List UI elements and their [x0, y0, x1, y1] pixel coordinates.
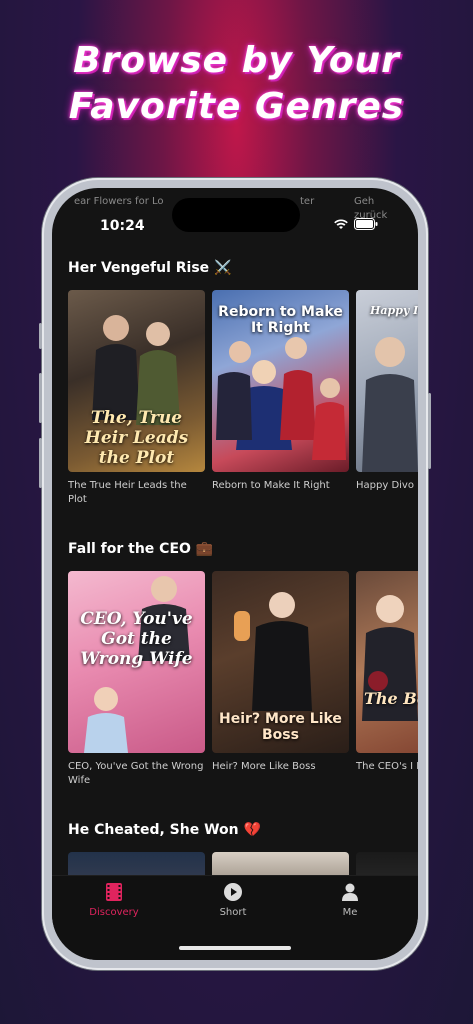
- tab-short[interactable]: Short: [183, 882, 283, 918]
- drama-card[interactable]: Heir? More Like Boss Heir? More Like Bos…: [212, 571, 349, 788]
- volume-up-button: [39, 373, 42, 423]
- power-button: [428, 393, 431, 469]
- play-icon: [224, 883, 242, 901]
- ghost-text-left: ear Flowers for Lo: [74, 196, 164, 207]
- poster-image[interactable]: Reborn to Make It Right: [212, 290, 349, 472]
- poster-figures: [216, 337, 346, 460]
- drama-card[interactable]: Reborn to Make It Right Reborn to Make I…: [212, 290, 349, 507]
- dynamic-island: [172, 198, 300, 232]
- tab-label: Me: [342, 907, 358, 918]
- poster-figures: [362, 595, 418, 721]
- card-caption[interactable]: The True Heir Leads the Plot: [68, 479, 205, 507]
- poster-figures: [362, 337, 418, 472]
- mute-switch: [39, 323, 42, 349]
- poster-title-text: The Belo Re: [364, 689, 418, 708]
- wifi-icon: [334, 218, 348, 229]
- headline-line-1: Browse by Your: [73, 40, 400, 81]
- film-icon: [106, 883, 122, 901]
- ghost-text-mid: ter: [300, 196, 315, 207]
- person-icon: [342, 883, 358, 901]
- card-caption[interactable]: CEO, You've Got the Wrong Wife: [68, 760, 205, 788]
- row-ceo[interactable]: CEO, You've Got the Wrong Wife CEO, You'…: [68, 571, 418, 788]
- poster-image[interactable]: Heir? More Like Boss: [212, 571, 349, 753]
- card-caption[interactable]: Heir? More Like Boss: [212, 760, 349, 774]
- headline-line-2: Favorite Genres: [68, 86, 405, 127]
- tab-me[interactable]: Me: [300, 882, 400, 918]
- poster-title-text: CEO, You've Got the Wrong Wife: [80, 609, 193, 669]
- drama-card[interactable]: The, True Heir Leads the Plot The True H…: [68, 290, 205, 507]
- section-title-cheated: He Cheated, She Won 💔: [68, 822, 261, 838]
- drama-card[interactable]: CEO, You've Got the Wrong Wife CEO, You'…: [68, 571, 205, 788]
- row-vengeful[interactable]: The, True Heir Leads the Plot The True H…: [68, 290, 418, 507]
- volume-down-button: [39, 438, 42, 488]
- home-indicator[interactable]: [179, 946, 291, 950]
- section-title-ceo: Fall for the CEO 💼: [68, 541, 214, 557]
- poster-image[interactable]: The, True Heir Leads the Plot: [68, 290, 205, 472]
- poster-title-text: Heir? More Like Boss: [219, 711, 342, 743]
- card-caption[interactable]: The CEO's I Returns: [356, 760, 418, 774]
- poster-image[interactable]: CEO, You've Got the Wrong Wife: [68, 571, 205, 753]
- card-caption[interactable]: Happy Divo Big Shot: [356, 479, 418, 493]
- phone-frame: ear Flowers for Lo ter Geh zurück 10:24 …: [39, 178, 431, 970]
- poster-image[interactable]: The Belo Re: [356, 571, 418, 753]
- ghost-text-right-1: Geh: [354, 196, 375, 207]
- poster-title-text: The, True Heir Leads the Plot: [84, 408, 189, 468]
- battery-icon: [354, 218, 378, 230]
- drama-card[interactable]: The Belo Re The CEO's I Returns: [356, 571, 418, 788]
- status-time: 10:24: [100, 218, 145, 234]
- section-title-vengeful: Her Vengeful Rise ⚔️: [68, 260, 232, 276]
- status-icons: [334, 218, 378, 230]
- card-caption[interactable]: Reborn to Make It Right: [212, 479, 349, 493]
- tab-label: Discovery: [89, 907, 139, 918]
- tab-bar: Discovery Short Me: [52, 875, 418, 960]
- tab-discovery[interactable]: Discovery: [64, 882, 164, 918]
- poster-image[interactable]: Happy I'm No: [356, 290, 418, 472]
- app-screen: ear Flowers for Lo ter Geh zurück 10:24 …: [52, 188, 418, 960]
- tab-label: Short: [219, 907, 247, 918]
- drama-card[interactable]: Happy I'm No Happy Divo Big Shot: [356, 290, 418, 507]
